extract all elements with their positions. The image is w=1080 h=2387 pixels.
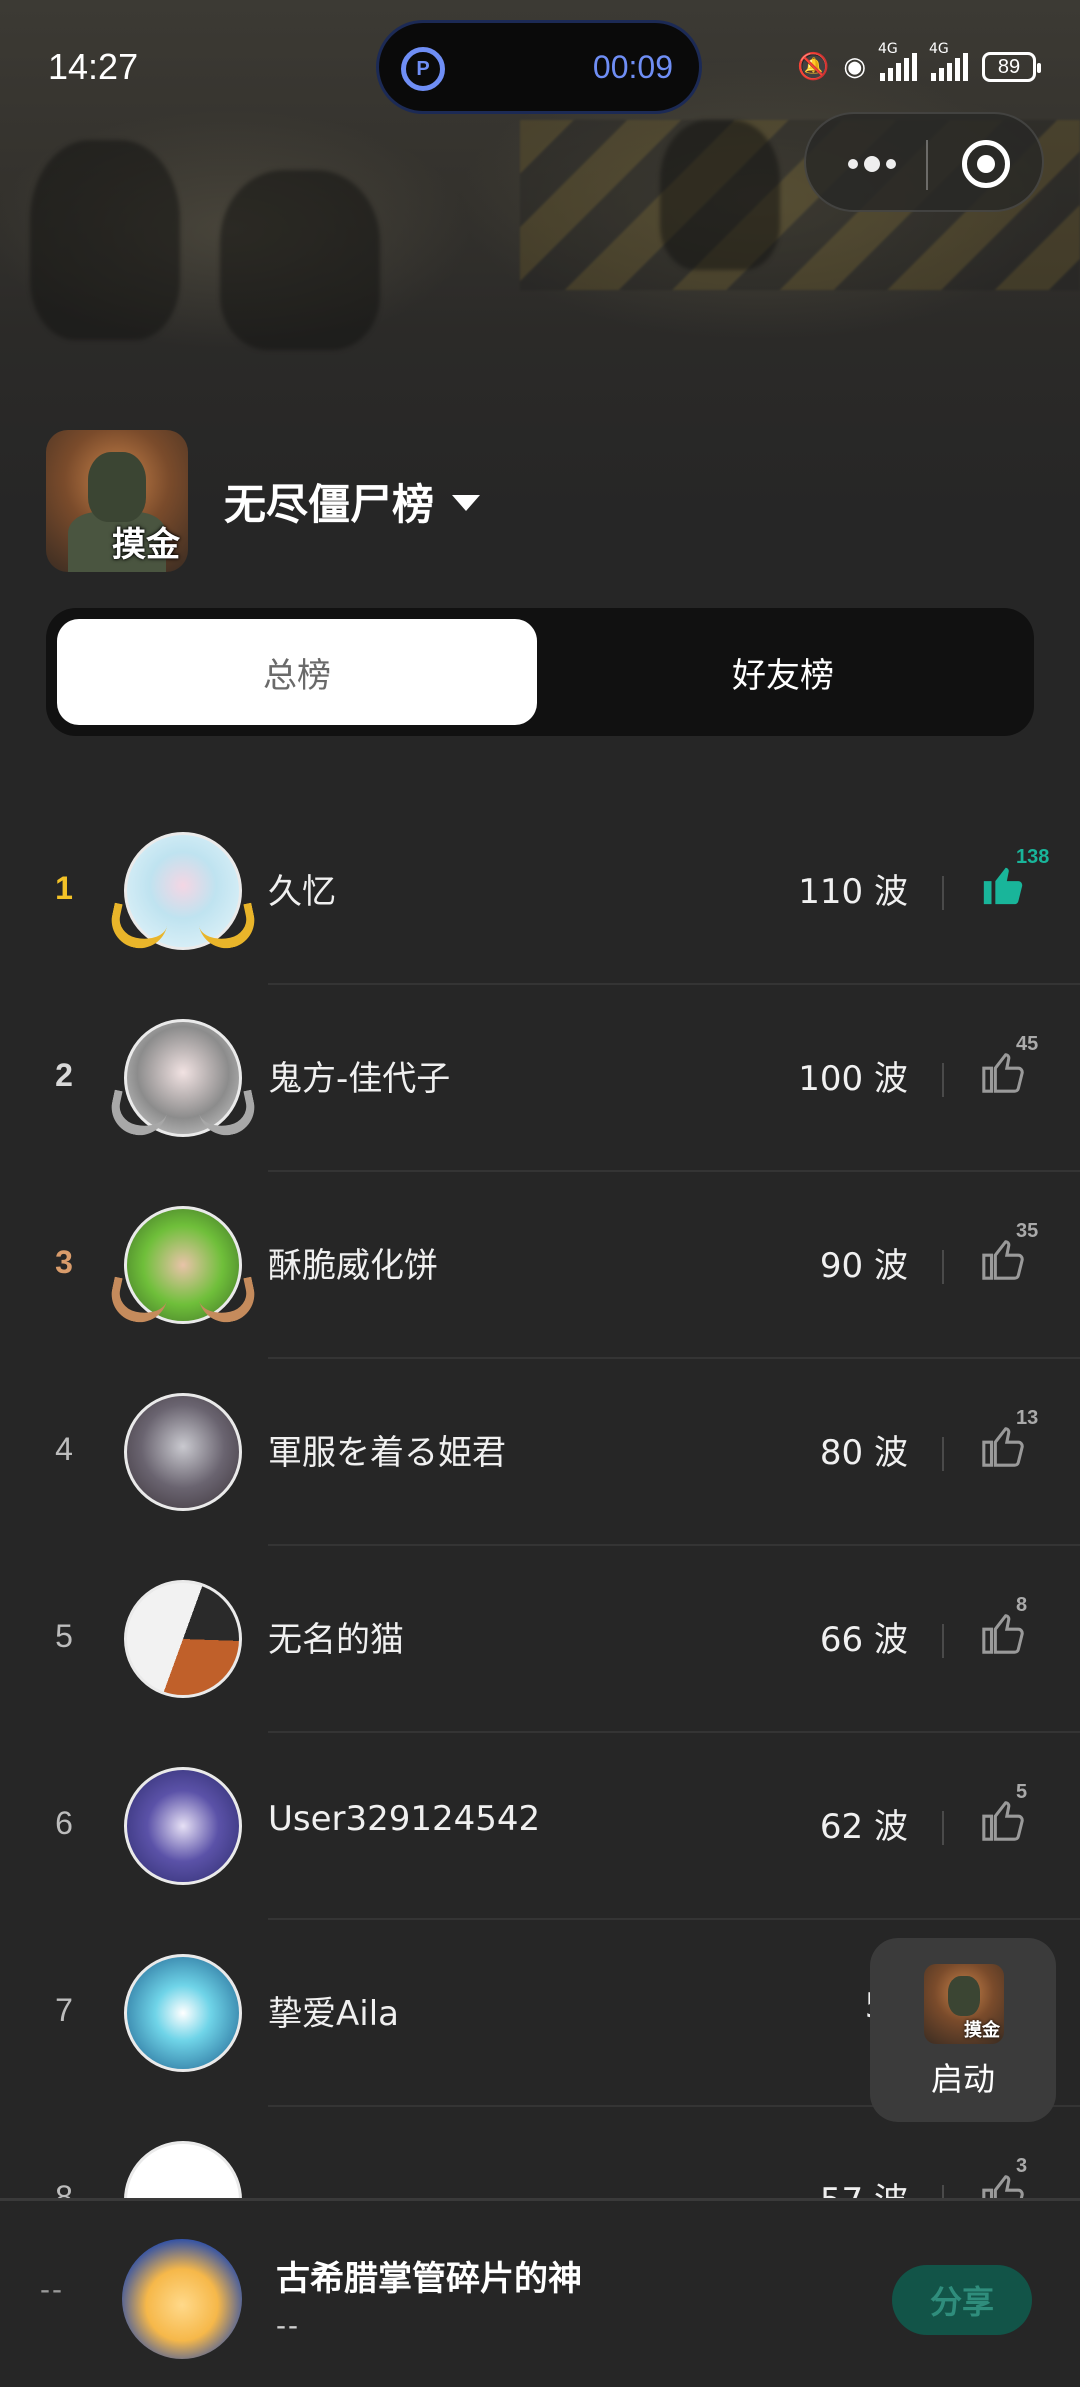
player-name: 鬼方-佳代子	[268, 1059, 451, 1099]
status-time: 14:27	[48, 46, 139, 87]
player-score: 110 波	[798, 872, 908, 912]
launch-label: 启动	[930, 2060, 995, 2098]
like-count: 45	[1016, 1033, 1039, 1055]
signal-icon-1: 4G	[878, 41, 917, 81]
laurel-gold-icon	[106, 902, 260, 958]
rank-number: 6	[55, 1805, 73, 1841]
my-name: 古希腊掌管碎片的神	[276, 2259, 582, 2299]
like-count: 13	[1016, 1407, 1039, 1429]
rank-number: 2	[55, 1057, 73, 1093]
avatar[interactable]	[124, 1954, 242, 2072]
my-avatar[interactable]	[122, 2239, 242, 2359]
board-header: 摸金 无尽僵尸榜	[46, 430, 481, 572]
player-name: User329124542	[268, 1799, 541, 1839]
list-item[interactable]: 6 User329124542 62 波 5	[0, 1733, 1080, 1920]
like-button[interactable]: 13	[980, 1407, 1038, 1477]
divider	[942, 1250, 944, 1284]
player-name: 酥脆威化饼	[268, 1246, 438, 1286]
player-score: 90 波	[819, 1246, 908, 1286]
hotspot-icon: ◉	[843, 52, 866, 82]
divider	[942, 1624, 944, 1658]
close-target-icon[interactable]	[962, 140, 1010, 188]
like-button[interactable]: 138	[980, 846, 1049, 916]
like-button[interactable]: 8	[980, 1594, 1030, 1664]
list-item[interactable]: 5 无名的猫 66 波 8	[0, 1546, 1080, 1733]
like-count: 5	[1016, 1781, 1028, 1803]
player-score: 80 波	[819, 1433, 908, 1473]
rank-number: 5	[55, 1618, 73, 1654]
recording-pill[interactable]: P 00:09	[376, 20, 702, 114]
player-score: 100 波	[798, 1059, 908, 1099]
tab-friends[interactable]: 好友榜	[543, 619, 1023, 725]
more-icon[interactable]	[840, 152, 904, 176]
my-rank: --	[40, 2273, 64, 2306]
capsule-divider	[926, 140, 928, 190]
player-name: 挚爱Aila	[268, 1994, 399, 2034]
banner-soldier-2	[220, 170, 380, 350]
list-item[interactable]: 1 久忆 110 波 138	[0, 798, 1080, 985]
tab-overall[interactable]: 总榜	[57, 619, 537, 725]
like-button[interactable]: 35	[980, 1220, 1038, 1290]
game-logo: 摸金	[46, 430, 188, 572]
game-logo-mini: 摸金	[924, 1964, 1004, 2044]
banner-soldier-1	[30, 140, 180, 340]
banner-soldier-3	[660, 120, 780, 270]
share-button[interactable]: 分享	[892, 2265, 1032, 2335]
like-count: 138	[1016, 846, 1050, 868]
bell-muted-icon: 🔕	[796, 52, 830, 82]
like-count: 35	[1016, 1220, 1039, 1242]
miniprogram-capsule[interactable]	[804, 112, 1044, 212]
divider	[942, 1063, 944, 1097]
divider	[942, 876, 944, 910]
my-score: --	[276, 2309, 300, 2342]
laurel-bronze-icon	[106, 1276, 260, 1332]
rank-number: 1	[55, 870, 73, 906]
board-tabs: 总榜 好友榜	[46, 608, 1034, 736]
player-name: 无名的猫	[268, 1620, 404, 1660]
battery-icon: 89	[982, 52, 1041, 82]
player-name: 軍服を着る姫君	[268, 1433, 506, 1473]
player-score: 66 波	[819, 1620, 908, 1660]
rank-number: 7	[55, 1992, 73, 2028]
like-count: 8	[1016, 1594, 1028, 1616]
list-item[interactable]: 4 軍服を着る姫君 80 波 13	[0, 1359, 1080, 1546]
avatar[interactable]	[124, 1767, 242, 1885]
board-title[interactable]: 无尽僵尸榜	[224, 471, 434, 532]
player-name: 久忆	[268, 872, 336, 912]
divider	[942, 1811, 944, 1845]
avatar[interactable]	[124, 1580, 242, 1698]
player-score: 62 波	[819, 1807, 908, 1847]
avatar[interactable]	[124, 1393, 242, 1511]
recording-icon: P	[401, 47, 445, 91]
rank-number: 4	[55, 1431, 73, 1467]
recording-time: 00:09	[592, 49, 673, 85]
list-item[interactable]: 2 鬼方-佳代子 100 波 45	[0, 985, 1080, 1172]
like-count: 3	[1016, 2155, 1028, 2177]
caret-down-icon[interactable]	[452, 495, 481, 511]
launch-button[interactable]: 摸金 启动	[870, 1938, 1056, 2122]
laurel-silver-icon	[106, 1089, 260, 1145]
rank-number: 3	[55, 1244, 73, 1280]
system-icons: 🔕 ◉ 4G 4G 89	[796, 41, 1041, 82]
like-button[interactable]: 5	[980, 1781, 1030, 1851]
like-button[interactable]: 45	[980, 1033, 1038, 1103]
list-item[interactable]: 3 酥脆威化饼 90 波 35	[0, 1172, 1080, 1359]
divider	[942, 1437, 944, 1471]
my-rank-bar: -- 古希腊掌管碎片的神 -- 分享	[0, 2198, 1080, 2387]
signal-icon-2: 4G	[929, 41, 968, 81]
